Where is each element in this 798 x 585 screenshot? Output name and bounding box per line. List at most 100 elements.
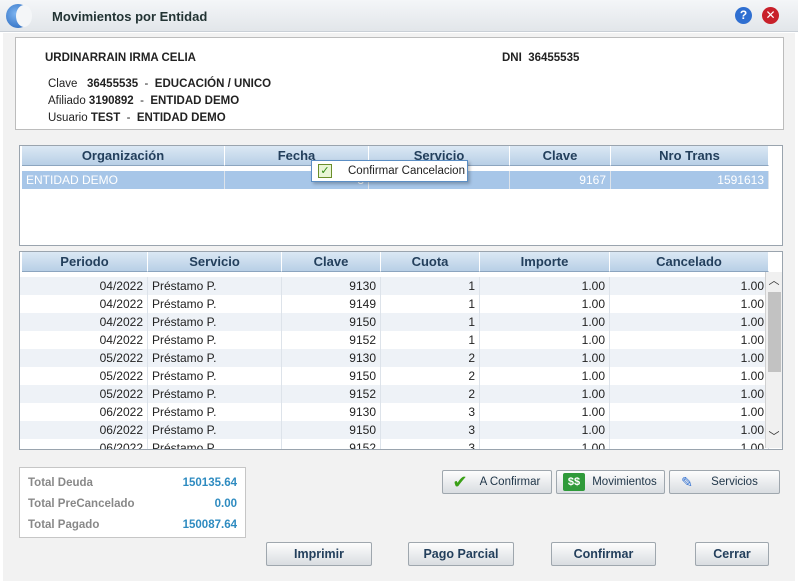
clave-value: 36455535 — [87, 78, 139, 90]
imprimir-button[interactable]: Imprimir — [266, 542, 372, 566]
cell-importe: 1.00 — [480, 295, 610, 313]
table-row[interactable]: 04/2022 Préstamo P. 9150 1 1.00 1.00 — [20, 313, 769, 331]
col-cancelado[interactable]: Cancelado — [610, 252, 769, 272]
table-row[interactable]: 05/2022 Préstamo P. 9150 2 1.00 1.00 — [20, 367, 769, 385]
close-icon[interactable]: ✕ — [762, 7, 779, 24]
person-info-box: URDINARRAIN IRMA CELIA DNI 36455535 Clav… — [15, 37, 784, 130]
cell-periodo: 06/2022 — [22, 421, 148, 439]
cell-servicio: Préstamo P. — [148, 277, 282, 295]
cell-periodo: 04/2022 — [22, 313, 148, 331]
col-clave[interactable]: Clave — [510, 146, 611, 166]
cell-servicio: Préstamo P. — [148, 439, 282, 449]
col-cuota[interactable]: Cuota — [381, 252, 480, 272]
a-confirmar-button[interactable]: ✔ A Confirmar — [442, 470, 552, 494]
cell-servicio: Préstamo P. — [148, 385, 282, 403]
servicios-label: Servicios — [711, 476, 758, 488]
col-servicio[interactable]: Servicio — [148, 252, 282, 272]
cell-periodo: 05/2022 — [22, 349, 148, 367]
cell-periodo: 06/2022 — [22, 439, 148, 449]
table-row[interactable]: 04/2022 Préstamo P. 9130 1 1.00 1.00 — [20, 277, 769, 295]
cell-cuota: 1 — [381, 331, 480, 349]
cell-clave: 9150 — [282, 421, 381, 439]
cell-clave: 9130 — [282, 403, 381, 421]
cell-importe: 1.00 — [480, 403, 610, 421]
cell-importe: 1.00 — [480, 439, 610, 449]
table-row[interactable]: 05/2022 Préstamo P. 9130 2 1.00 1.00 — [20, 349, 769, 367]
table-row[interactable]: 04/2022 Préstamo P. 9149 1 1.00 1.00 — [20, 295, 769, 313]
dni: DNI 36455535 — [502, 52, 579, 64]
vertical-scrollbar[interactable]: ︿ ﹀ — [765, 272, 782, 448]
cell-clave: 9167 — [510, 171, 611, 189]
cell-servicio: Préstamo P. — [148, 313, 282, 331]
services-icon: ✎ — [681, 474, 693, 490]
cell-cancelado: 1.00 — [610, 349, 769, 367]
money-icon: $$ — [563, 473, 585, 491]
cell-clave: 9150 — [282, 367, 381, 385]
total-precancelado-label: Total PreCancelado — [28, 498, 135, 510]
cell-cuota: 1 — [381, 313, 480, 331]
afiliado-desc: ENTIDAD DEMO — [150, 95, 240, 107]
table-row[interactable]: 04/2022 Préstamo P. 9152 1 1.00 1.00 — [20, 331, 769, 349]
cell-clave: 9149 — [282, 295, 381, 313]
person-name: URDINARRAIN IRMA CELIA — [45, 52, 196, 64]
cell-organizacion: ENTIDAD DEMO — [22, 171, 225, 189]
cell-servicio: Préstamo P. — [148, 295, 282, 313]
cell-cancelado: 1.00 — [610, 277, 769, 295]
scroll-up-icon[interactable]: ︿ — [766, 274, 782, 288]
cell-importe: 1.00 — [480, 277, 610, 295]
cell-importe: 1.00 — [480, 421, 610, 439]
col-importe[interactable]: Importe — [480, 252, 610, 272]
cell-clave: 9152 — [282, 385, 381, 403]
pago-parcial-button[interactable]: Pago Parcial — [408, 542, 514, 566]
cell-cancelado: 1.00 — [610, 367, 769, 385]
cell-periodo: 06/2022 — [22, 403, 148, 421]
table-row[interactable]: 06/2022 Préstamo P. 9130 3 1.00 1.00 — [20, 403, 769, 421]
cell-cuota: 1 — [381, 277, 480, 295]
cell-cancelado: 1.00 — [610, 403, 769, 421]
col-nro-trans[interactable]: Nro Trans — [611, 146, 769, 166]
clave-desc: EDUCACIÓN / UNICO — [154, 78, 272, 90]
col-periodo[interactable]: Periodo — [22, 252, 148, 272]
window-title: Movimientos por Entidad — [52, 9, 208, 24]
movements-grid: Periodo Servicio Clave Cuota Importe Can… — [19, 251, 783, 450]
cell-cancelado: 1.00 — [610, 385, 769, 403]
cell-servicio: Préstamo P. — [148, 331, 282, 349]
cell-clave: 9152 — [282, 439, 381, 449]
context-menu: ✓ Confirmar Cancelacion — [311, 160, 468, 182]
cell-cuota: 1 — [381, 295, 480, 313]
clave-label: Clave — [48, 78, 78, 90]
total-deuda-value: 150135.64 — [182, 477, 237, 489]
cell-servicio: Préstamo P. — [148, 403, 282, 421]
scroll-thumb[interactable] — [768, 292, 781, 372]
cell-clave: 9130 — [282, 277, 381, 295]
total-pagado-label: Total Pagado — [28, 519, 100, 531]
cell-nro-trans: 1591613 — [611, 171, 769, 189]
scroll-down-icon[interactable]: ﹀ — [766, 430, 782, 444]
title-bar: Movimientos por Entidad ? ✕ — [0, 0, 798, 32]
cell-periodo: 04/2022 — [22, 277, 148, 295]
col-organizacion[interactable]: Organización — [22, 146, 225, 166]
col-clave[interactable]: Clave — [282, 252, 381, 272]
cell-importe: 1.00 — [480, 349, 610, 367]
table-row[interactable]: 06/2022 Préstamo P. 9152 3 1.00 1.00 — [20, 439, 769, 449]
cell-importe: 1.00 — [480, 313, 610, 331]
confirmar-cancelacion-menu-item[interactable]: Confirmar Cancelacion — [348, 165, 465, 177]
confirmar-button[interactable]: Confirmar — [551, 542, 656, 566]
help-icon[interactable]: ? — [735, 7, 752, 24]
cell-cuota: 3 — [381, 421, 480, 439]
movimientos-button[interactable]: $$ Movimientos — [556, 470, 665, 494]
table-row[interactable]: 06/2022 Préstamo P. 9150 3 1.00 1.00 — [20, 421, 769, 439]
servicios-button[interactable]: ✎ Servicios — [669, 470, 780, 494]
cerrar-button[interactable]: Cerrar — [695, 542, 769, 566]
clave-line: Clave 36455535 - EDUCACIÓN / UNICO — [48, 78, 272, 90]
table-row[interactable]: 05/2022 Préstamo P. 9152 2 1.00 1.00 — [20, 385, 769, 403]
afiliado-line: Afiliado 3190892 - ENTIDAD DEMO — [48, 95, 240, 107]
cell-cuota: 2 — [381, 367, 480, 385]
cell-clave: 9130 — [282, 349, 381, 367]
cell-periodo: 04/2022 — [22, 331, 148, 349]
cell-servicio: Préstamo P. — [148, 349, 282, 367]
usuario-label: Usuario — [48, 112, 88, 124]
cell-cancelado: 1.00 — [610, 421, 769, 439]
cell-cuota: 3 — [381, 403, 480, 421]
afiliado-value: 3190892 — [88, 95, 134, 107]
